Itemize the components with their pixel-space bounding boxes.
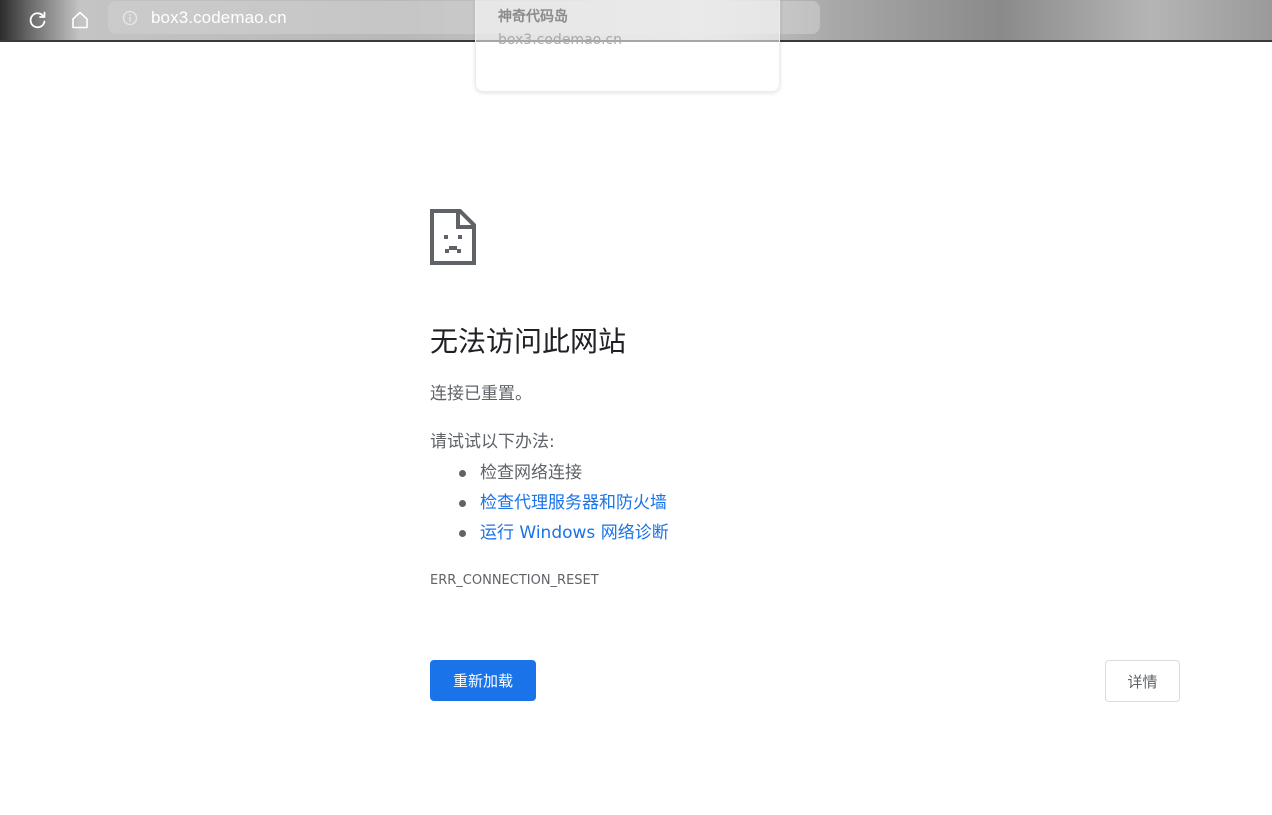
error-code: ERR_CONNECTION_RESET <box>430 573 599 588</box>
reload-button[interactable]: 重新加载 <box>430 660 536 701</box>
network-diagnostics-link[interactable]: 运行 Windows 网络诊断 <box>480 523 669 543</box>
reload-icon[interactable] <box>23 6 53 34</box>
error-subtitle: 连接已重置。 <box>430 384 532 404</box>
home-icon[interactable] <box>65 6 95 34</box>
error-icon-container <box>430 209 1190 265</box>
info-icon[interactable] <box>122 10 138 26</box>
bullet-icon <box>459 470 466 477</box>
details-button[interactable]: 详情 <box>1105 660 1180 702</box>
sad-page-icon <box>430 209 476 265</box>
bullet-icon <box>459 530 466 537</box>
bullet-icon <box>459 500 466 507</box>
popup-site-url: box3.codemao.cn <box>498 32 622 48</box>
suggestion-text: 检查网络连接 <box>480 463 582 483</box>
suggestions-list: 检查网络连接 检查代理服务器和防火墙 运行 Windows 网络诊断 <box>430 458 669 548</box>
check-proxy-link[interactable]: 检查代理服务器和防火墙 <box>480 493 667 513</box>
site-info-popup: 神奇代码岛 box3.codemao.cn <box>475 0 780 92</box>
suggestion-check-network: 检查网络连接 <box>430 458 669 488</box>
error-heading: 无法访问此网站 <box>430 325 627 358</box>
address-url[interactable]: box3.codemao.cn <box>151 8 287 28</box>
suggestion-check-proxy: 检查代理服务器和防火墙 <box>430 488 669 518</box>
suggestions-label: 请试试以下办法: <box>430 432 555 452</box>
suggestion-run-diagnostics: 运行 Windows 网络诊断 <box>430 518 669 548</box>
popup-site-title: 神奇代码岛 <box>498 9 568 25</box>
